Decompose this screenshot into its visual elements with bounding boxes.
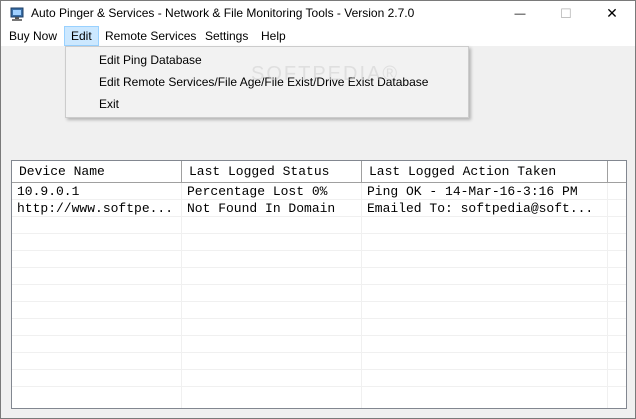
menu-remote-services[interactable]: Remote Services <box>99 26 202 46</box>
window-title: Auto Pinger & Services - Network & File … <box>31 6 415 20</box>
table-row <box>12 285 626 302</box>
title-bar: Auto Pinger & Services - Network & File … <box>1 1 635 26</box>
table-row <box>12 251 626 268</box>
column-header-device-name[interactable]: Device Name <box>12 161 182 182</box>
menu-settings[interactable]: Settings <box>199 26 254 46</box>
column-header-last-logged-status[interactable]: Last Logged Status <box>182 161 362 182</box>
table-row <box>12 336 626 353</box>
list-header: Device Name Last Logged Status Last Logg… <box>12 161 626 183</box>
maximize-button[interactable]: ☐ <box>543 1 589 26</box>
table-row <box>12 370 626 387</box>
table-row <box>12 353 626 370</box>
close-button[interactable]: ✕ <box>589 1 635 26</box>
table-row[interactable]: 10.9.0.1 Percentage Lost 0% Ping OK - 14… <box>12 183 626 200</box>
minimize-button[interactable]: — <box>497 1 543 26</box>
menu-buy-now[interactable]: Buy Now <box>3 26 63 46</box>
maximize-icon: ☐ <box>560 5 572 21</box>
cell-action: Ping OK - 14-Mar-16-3:16 PM <box>367 184 578 199</box>
app-window: Auto Pinger & Services - Network & File … <box>0 0 636 419</box>
table-row <box>12 268 626 285</box>
close-icon: ✕ <box>606 5 618 21</box>
menu-edit[interactable]: Edit <box>64 26 99 46</box>
table-row <box>12 234 626 251</box>
menu-bar: Buy Now Edit Remote Services Settings He… <box>1 26 635 46</box>
cell-device-name: http://www.softpe... <box>17 201 174 216</box>
table-row <box>12 217 626 234</box>
table-row <box>12 302 626 319</box>
minimize-icon: — <box>514 7 526 20</box>
menu-item-exit[interactable]: Exit <box>99 93 119 115</box>
column-header-last-logged-action[interactable]: Last Logged Action Taken <box>362 161 608 182</box>
cell-status: Percentage Lost 0% <box>187 184 328 199</box>
cell-action: Emailed To: softpedia@soft... <box>367 201 594 216</box>
cell-status: Not Found In Domain <box>187 201 336 216</box>
table-row <box>12 319 626 336</box>
cell-device-name: 10.9.0.1 <box>17 184 80 199</box>
softpedia-watermark: SOFTPEDIA® <box>251 63 400 85</box>
table-row[interactable]: http://www.softpe... Not Found In Domain… <box>12 200 626 217</box>
device-list[interactable]: Device Name Last Logged Status Last Logg… <box>11 160 627 409</box>
menu-help[interactable]: Help <box>255 26 292 46</box>
menu-item-edit-ping-database[interactable]: Edit Ping Database <box>99 49 202 71</box>
app-network-icon[interactable] <box>9 6 25 22</box>
